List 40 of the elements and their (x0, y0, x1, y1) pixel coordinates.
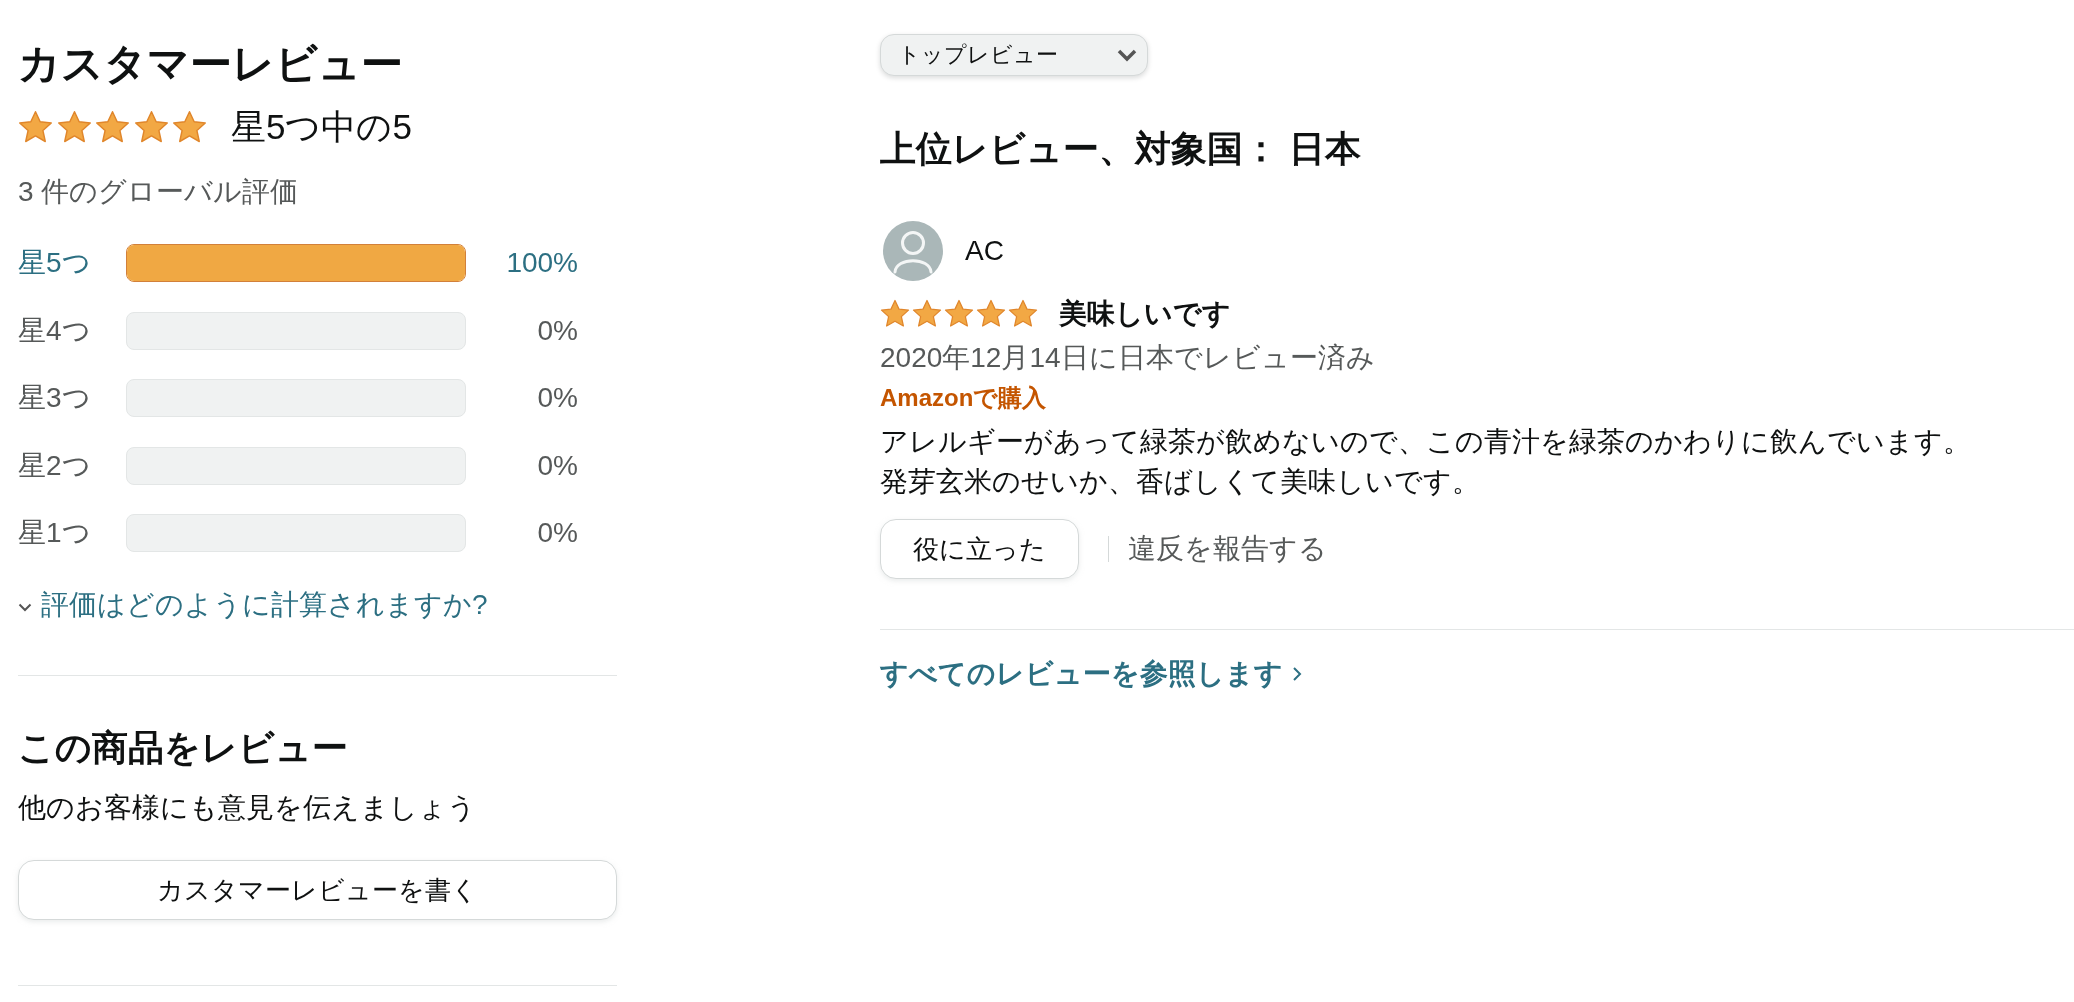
percentage-text: 0% (537, 313, 578, 348)
review-title: 美味しいです (1059, 298, 1231, 330)
percentage-text: 0% (537, 381, 578, 415)
ratings-count: 3 件のグローバル評価 (18, 175, 299, 209)
star-icon (976, 299, 1006, 329)
star-icon (18, 109, 53, 145)
star-icon (56, 109, 92, 145)
report-link[interactable]: 違反を報告する (1128, 529, 1327, 569)
star-icon (95, 109, 130, 145)
star-icon (880, 299, 910, 329)
reviewer-name: AC (965, 234, 1004, 268)
review-date: 2020年12月14日に日本でレビュー済み (880, 341, 1375, 375)
star-icon (172, 109, 207, 145)
review-text: アレルギーがあって緑茶が飲めないので、この青汁を緑茶のかわりに飲んでいます。発芽玄米のせいか、香ばしくて美味しいです。 (880, 425, 1972, 499)
star-icon (133, 109, 169, 145)
section-title: カスタマーレビュー (18, 39, 403, 89)
helpful-button[interactable]: 役に立った (880, 519, 1079, 579)
write-review-button[interactable]: カスタマーレビューを書く (18, 860, 617, 920)
avatar-icon (883, 221, 943, 281)
percentage-text: 0% (537, 448, 578, 483)
rating-help-link[interactable]: 評価はどのように計算されますか? (18, 585, 488, 625)
purchase-label: Amazonで購入 (880, 383, 1047, 413)
star-filter-label: 星1つ (18, 516, 91, 550)
chevron-down-icon (1117, 48, 1137, 62)
see-all-reviews-link[interactable]: すべてのレビューを参照します (880, 654, 1302, 694)
sort-dropdown[interactable]: トップレビュー (880, 34, 1148, 76)
star-filter-label: 星3つ (18, 381, 91, 415)
rating-summary-text: 星5つ中の5 (231, 109, 412, 145)
section-title: この商品をレビュー (18, 726, 348, 770)
section-description: 他のお客様にも意見を伝えましょう (18, 791, 476, 825)
star-filter-label[interactable]: 星5つ (18, 244, 91, 282)
percentage-text: 0% (537, 516, 578, 550)
chevron-right-icon (1292, 666, 1302, 682)
section-title: 上位レビュー、対象国： 日本 (880, 127, 1361, 171)
star-icon (1008, 299, 1038, 329)
star-filter-label: 星2つ (18, 448, 91, 483)
star-icon (912, 299, 942, 329)
percentage-text: 100% (506, 246, 578, 280)
star-icon (944, 299, 974, 329)
star-filter-label: 星4つ (18, 313, 91, 348)
